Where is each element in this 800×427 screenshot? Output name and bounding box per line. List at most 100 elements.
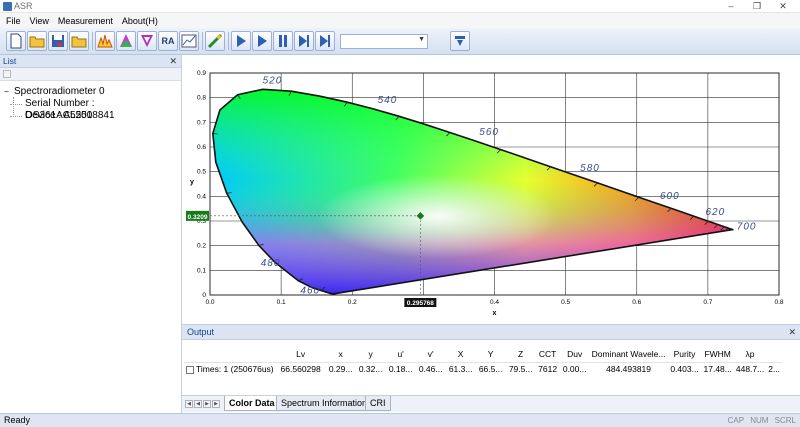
table-header-row: Lv x y u' v' X Y Z CCT Duv Dominant Wave…: [184, 346, 782, 362]
tab-color-data[interactable]: Color Data: [224, 396, 280, 411]
cell-X: 61.3...: [445, 361, 476, 376]
spectrum-icon[interactable]: [95, 31, 115, 51]
row-label-cell[interactable]: Times: 1 (250676us): [184, 361, 276, 376]
close-icon[interactable]: ✕: [169, 55, 177, 67]
locus-tick: [212, 133, 218, 135]
collapse-icon[interactable]: −: [4, 87, 14, 96]
column-header[interactable]: x: [326, 346, 356, 362]
graph-icon[interactable]: [179, 31, 199, 51]
cell-cct: 7612: [535, 361, 560, 376]
locus-label-460: 460: [300, 286, 320, 297]
next-icon[interactable]: [294, 31, 314, 51]
column-header[interactable]: Purity: [668, 346, 702, 362]
color-triangle-icon[interactable]: [116, 31, 136, 51]
menu-file[interactable]: File: [6, 16, 21, 26]
y-tick-label: 0.8: [197, 95, 206, 102]
menu-view[interactable]: View: [30, 16, 49, 26]
close-icon[interactable]: ✕: [770, 0, 796, 13]
stop-icon[interactable]: [315, 31, 335, 51]
column-header[interactable]: Duv: [560, 346, 590, 362]
tree-root[interactable]: − Spectroradiometer 0: [4, 85, 181, 98]
column-header[interactable]: y: [356, 346, 386, 362]
x-tick-label: 0.8: [774, 299, 783, 306]
x-tick-label: 0.6: [632, 299, 641, 306]
column-header[interactable]: X: [446, 346, 476, 362]
restore-icon[interactable]: ❐: [744, 0, 770, 13]
output-tab-bar: ◀ ◀ ▶ ▶ Color Data Spectrum Information …: [182, 395, 800, 412]
folder-icon[interactable]: [69, 31, 89, 51]
device-tree: − Spectroradiometer 0 Serial Number : OS…: [4, 85, 181, 122]
row-label: Times: 1 (250676us): [196, 364, 274, 375]
close-icon[interactable]: ✕: [788, 325, 796, 339]
output-panel: Output ✕ Lv x y u' v' X Y Z CCT Duv Domi…: [182, 324, 800, 413]
tree-item-serial[interactable]: Serial Number : OS361AC55018841: [4, 98, 181, 121]
cell-extra: 2...: [766, 361, 783, 376]
toolbar-separator: [92, 32, 93, 50]
cell-v-prime: 0.46...: [415, 361, 446, 376]
play-continuous-icon[interactable]: [252, 31, 272, 51]
locus-label-560: 560: [479, 127, 499, 138]
cell-y: 0.32...: [355, 361, 386, 376]
color-triangle-alt-icon[interactable]: [137, 31, 157, 51]
y-tick-label: 0: [202, 292, 206, 299]
tree-item-device[interactable]: Device : AL250: [4, 110, 181, 122]
open-folder-icon[interactable]: [27, 31, 47, 51]
column-header[interactable]: v': [416, 346, 446, 362]
y-value-label: 0.3209: [188, 214, 208, 221]
x-tick-label: 0.4: [490, 299, 499, 306]
column-header[interactable]: CCT: [536, 346, 560, 362]
toolbar-combo[interactable]: ▼: [340, 34, 428, 49]
column-header[interactable]: Y: [476, 346, 506, 362]
column-header[interactable]: Z: [506, 346, 536, 362]
cell-dominant-wavelength: 484.493819: [589, 361, 668, 376]
status-bar: Ready CAP NUM SCRL: [0, 413, 800, 427]
cie-chart-area: 460 480 520 540 560 580 600 620 700 0.0 0.1 0.2 0.3…: [186, 55, 800, 321]
column-header[interactable]: FWHM: [702, 346, 734, 362]
column-header[interactable]: Lv: [276, 346, 326, 362]
cell-purity: 0.403...: [667, 361, 702, 376]
locus-label-700: 700: [737, 222, 757, 233]
y-tick-label: 0.2: [197, 243, 206, 250]
prev-tab-icon[interactable]: ◀: [194, 400, 202, 408]
column-header[interactable]: [766, 346, 782, 362]
toolbar-separator: [228, 32, 229, 50]
next-tab-icon[interactable]: ▶: [203, 400, 211, 408]
minimize-icon[interactable]: ‒: [718, 0, 744, 13]
cie-chart[interactable]: 460 480 520 540 560 580 600 620 700 0.0 0.1 0.2 0.3…: [186, 55, 800, 321]
chevron-down-icon[interactable]: ▼: [418, 36, 425, 43]
y-tick-label: 0.9: [197, 70, 206, 77]
menu-about[interactable]: About(H): [122, 16, 158, 26]
y-tick-label: 0.4: [197, 193, 206, 200]
column-header[interactable]: u': [386, 346, 416, 362]
column-header[interactable]: λp: [734, 346, 766, 362]
play-icon[interactable]: [231, 31, 251, 51]
locus-label-600: 600: [660, 191, 680, 202]
tab-cri[interactable]: CRI: [365, 396, 391, 411]
save-icon[interactable]: [48, 31, 68, 51]
first-tab-icon[interactable]: ◀: [185, 400, 193, 408]
app-icon: [3, 2, 12, 11]
last-tab-icon[interactable]: ▶: [212, 400, 220, 408]
new-file-icon[interactable]: [6, 31, 26, 51]
locus-label-540: 540: [378, 95, 398, 106]
save-icon[interactable]: [3, 70, 11, 78]
tab-spectrum-information[interactable]: Spectrum Information: [276, 396, 373, 411]
x-tick-label: 0.7: [703, 299, 712, 306]
locus-label-520: 520: [263, 75, 283, 86]
row-checkbox[interactable]: [186, 366, 194, 374]
ra-button[interactable]: RA: [158, 31, 178, 51]
column-header[interactable]: [184, 346, 276, 362]
list-panel-toolbar: [0, 68, 181, 81]
table-row[interactable]: Times: 1 (250676us) 66.560298 0.29... 0.…: [184, 361, 783, 376]
column-header[interactable]: Dominant Wavele...: [590, 346, 668, 362]
x-tick-label: 0.1: [277, 299, 286, 306]
download-icon[interactable]: [450, 31, 470, 51]
cell-fwhm: 17.48...: [701, 361, 734, 376]
title-bar: ASR ‒ ❐ ✕: [0, 0, 800, 13]
locus-label-620: 620: [705, 207, 725, 218]
pause-icon[interactable]: [273, 31, 293, 51]
menu-measurement[interactable]: Measurement: [58, 16, 113, 26]
toolbar: RA ▼: [0, 28, 800, 55]
list-panel: List ✕ − Spectroradiometer 0 Serial Numb…: [0, 55, 182, 413]
settings-icon[interactable]: [205, 31, 225, 51]
